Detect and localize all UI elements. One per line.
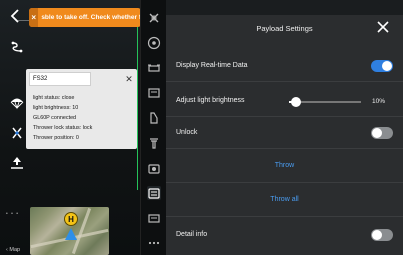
speaker-icon[interactable] [147, 186, 161, 200]
payload-status-panel: FS32 ✕ light status: close light brightn… [26, 69, 137, 149]
chevron-left-icon [10, 9, 19, 23]
brightness-slider[interactable] [289, 97, 361, 107]
status-line: Thrower lock status: lock [33, 125, 93, 131]
close-icon [377, 21, 389, 33]
status-line: GL60P connected [33, 115, 77, 121]
brightness-value: 10% [372, 98, 386, 105]
unlock-row: Unlock [166, 117, 403, 149]
right-toolbar [140, 0, 166, 255]
warning-text: sble to take off. Check whether f [41, 14, 141, 21]
screen-icon[interactable] [147, 86, 161, 100]
warning-banner[interactable]: × sble to take off. Check whether f [29, 8, 141, 27]
dialog-title: Payload Settings [256, 24, 313, 33]
takeoff-icon[interactable] [10, 156, 24, 170]
toggle-knob [372, 128, 382, 138]
payload-icon[interactable] [147, 161, 161, 175]
aircraft-position-icon [65, 228, 77, 240]
status-line: light status: close [33, 95, 75, 101]
display-realtime-label: Display Real-time Data [176, 62, 248, 69]
monitor-icon[interactable] [147, 211, 161, 225]
unlock-toggle[interactable] [371, 127, 393, 139]
brightness-thumb[interactable] [291, 97, 301, 107]
home-point-icon: H [64, 212, 78, 226]
display-realtime-toggle[interactable] [371, 60, 393, 72]
payload-settings-dialog: Payload Settings Display Real-time Data … [166, 15, 403, 255]
mini-map[interactable]: H [30, 207, 109, 255]
status-line: Thrower position: 0 [33, 135, 79, 141]
map-toggle-label[interactable]: ‹ Map [6, 247, 20, 253]
camera-view: × sble to take off. Check whether f FS32… [0, 0, 141, 255]
detail-info-label: Detail info [176, 231, 208, 238]
detail-info-row: Detail info [166, 219, 403, 251]
flashlight-icon[interactable] [147, 111, 161, 125]
lock-drone-icon[interactable] [10, 126, 24, 140]
compass-icon[interactable] [147, 36, 161, 50]
back-button[interactable] [8, 7, 24, 25]
grid-icon[interactable] [147, 11, 161, 25]
route-icon[interactable] [10, 40, 24, 54]
throw-row: Throw [166, 149, 403, 183]
toggle-knob [372, 230, 382, 240]
detail-info-toggle[interactable] [371, 229, 393, 241]
status-lines: light status: close light brightness: 10… [33, 93, 92, 143]
throw-all-button[interactable]: Throw all [166, 196, 403, 203]
light-brightness-label: Adjust light brightness [176, 97, 245, 104]
status-panel-close-button[interactable]: ✕ [124, 74, 134, 84]
drone-icon[interactable] [147, 61, 161, 75]
display-realtime-row: Display Real-time Data [166, 50, 403, 82]
thrower-icon[interactable] [147, 136, 161, 150]
parachute-icon[interactable] [10, 96, 24, 110]
throw-all-row: Throw all [166, 183, 403, 217]
status-line: light brightness: 10 [33, 105, 79, 111]
dialog-close-button[interactable] [376, 20, 390, 34]
unlock-label: Unlock [176, 129, 198, 136]
more-icon[interactable] [147, 236, 161, 250]
toggle-knob [382, 61, 392, 71]
throw-button[interactable]: Throw [166, 162, 403, 169]
light-brightness-row: Adjust light brightness 10% [166, 85, 403, 117]
status-panel-header: FS32 ✕ [29, 71, 134, 87]
warning-dismiss-button[interactable]: × [29, 8, 39, 27]
page-dots: • • • [6, 211, 20, 217]
device-select[interactable]: FS32 [29, 72, 91, 86]
